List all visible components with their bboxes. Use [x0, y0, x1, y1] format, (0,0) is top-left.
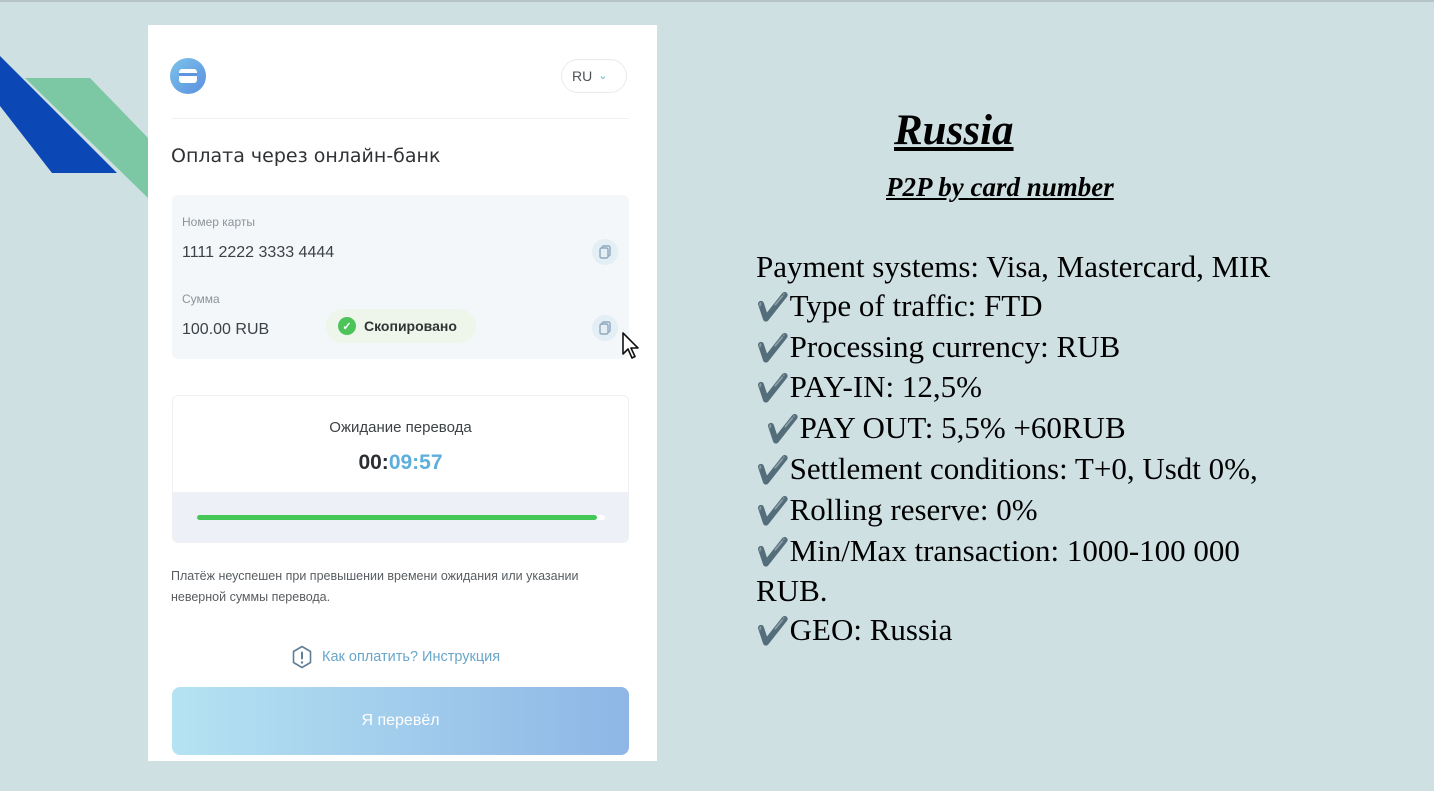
waiting-box: Ожидание перевода 00:09:57	[172, 395, 629, 543]
countdown-timer: 00:09:57	[173, 451, 628, 475]
top-border	[0, 0, 1434, 2]
minmax-text: Min/Max transaction: 1000-100 000	[789, 532, 1240, 568]
checkmark-icon: ✔️	[756, 495, 790, 527]
payment-systems-line: Payment systems: Visa, Mastercard, MIR	[756, 249, 1271, 284]
copy-amount-button[interactable]	[592, 315, 618, 341]
progress-track	[197, 515, 605, 520]
timer-minutes-seconds: 09:57	[388, 451, 443, 474]
copy-icon	[599, 245, 611, 259]
copied-toast-label: Скопировано	[364, 318, 457, 334]
amount-value: 100.00 RUB	[182, 321, 270, 338]
copy-card-button[interactable]	[592, 239, 618, 265]
condition-item-geo: ✔️GEO: Russia	[756, 611, 1416, 652]
confirm-transfer-button[interactable]: Я перевёл	[172, 687, 629, 755]
payment-details: Номер карты 1111 2222 3333 4444 Сумма 10…	[172, 195, 639, 359]
method-subheading: P2P by card number	[886, 172, 1114, 202]
condition-item-pay-out: ✔️PAY OUT: 5,5% +60RUB	[756, 409, 1416, 450]
payment-panel: RU ⌄ Оплата через онлайн-банк Номер карт…	[148, 25, 657, 761]
minmax-continuation: RUB.	[756, 573, 828, 609]
conditions-list: Payment systems: Visa, Mastercard, MIR ✔…	[756, 248, 1416, 652]
condition-item-settlement: ✔️Settlement conditions: T+0, Usdt 0%,	[756, 450, 1416, 491]
reserve-text: Rolling reserve: 0%	[789, 491, 1038, 527]
mouse-cursor-icon	[622, 332, 639, 359]
card-number-value: 1111 2222 3333 4444	[182, 244, 335, 261]
condition-item-reserve: ✔️Rolling reserve: 0%	[756, 491, 1416, 532]
amount-label: Сумма	[182, 292, 220, 306]
header-divider	[172, 118, 629, 119]
checkmark-icon: ✔️	[756, 291, 790, 323]
language-label: RU	[572, 68, 593, 84]
pay-in-text: PAY-IN: 12,5%	[789, 369, 982, 405]
timeout-note: Платёж неуспешен при превышении времени …	[171, 569, 579, 604]
instruction-link[interactable]: Как оплатить? Инструкция	[291, 645, 500, 669]
checkmark-icon: ✔️	[766, 414, 800, 446]
corner-decoration	[0, 56, 150, 200]
settlement-text: Settlement conditions: T+0, Usdt 0%,	[789, 450, 1258, 486]
currency-text: Processing currency: RUB	[789, 328, 1121, 364]
chevron-down-icon: ⌄	[598, 69, 608, 82]
checkmark-icon: ✔️	[756, 536, 790, 568]
geo-text: GEO: Russia	[789, 612, 953, 648]
card-logo-icon	[170, 58, 206, 94]
checkmark-icon: ✔️	[756, 332, 790, 364]
copy-icon	[599, 321, 611, 335]
progress-fill	[197, 515, 597, 520]
condition-item-traffic: ✔️Type of traffic: FTD	[756, 287, 1416, 328]
country-heading: Russia	[894, 107, 1014, 154]
language-selector[interactable]: RU ⌄	[561, 59, 627, 93]
progress-area	[173, 492, 628, 542]
timer-hours: 00:	[358, 451, 389, 474]
checkmark-icon: ✔️	[756, 373, 790, 405]
condition-item-minmax: ✔️Min/Max transaction: 1000-100 000	[756, 532, 1416, 573]
checkmark-icon: ✔️	[756, 454, 790, 486]
condition-item-pay-in: ✔️PAY-IN: 12,5%	[756, 368, 1416, 409]
card-number-label: Номер карты	[182, 215, 255, 229]
info-shield-icon	[292, 645, 312, 669]
traffic-text: Type of traffic: FTD	[789, 287, 1043, 323]
copied-toast: ✓ Скопировано	[326, 309, 476, 343]
condition-item-currency: ✔️Processing currency: RUB	[756, 328, 1416, 369]
checkmark-icon: ✔️	[756, 616, 790, 648]
waiting-label: Ожидание перевода	[329, 419, 472, 436]
page-title: Оплата через онлайн-банк	[171, 145, 441, 167]
check-circle-icon: ✓	[338, 317, 356, 335]
instruction-link-label: Как оплатить? Инструкция	[322, 649, 501, 665]
pay-out-text: PAY OUT: 5,5% +60RUB	[799, 410, 1126, 446]
